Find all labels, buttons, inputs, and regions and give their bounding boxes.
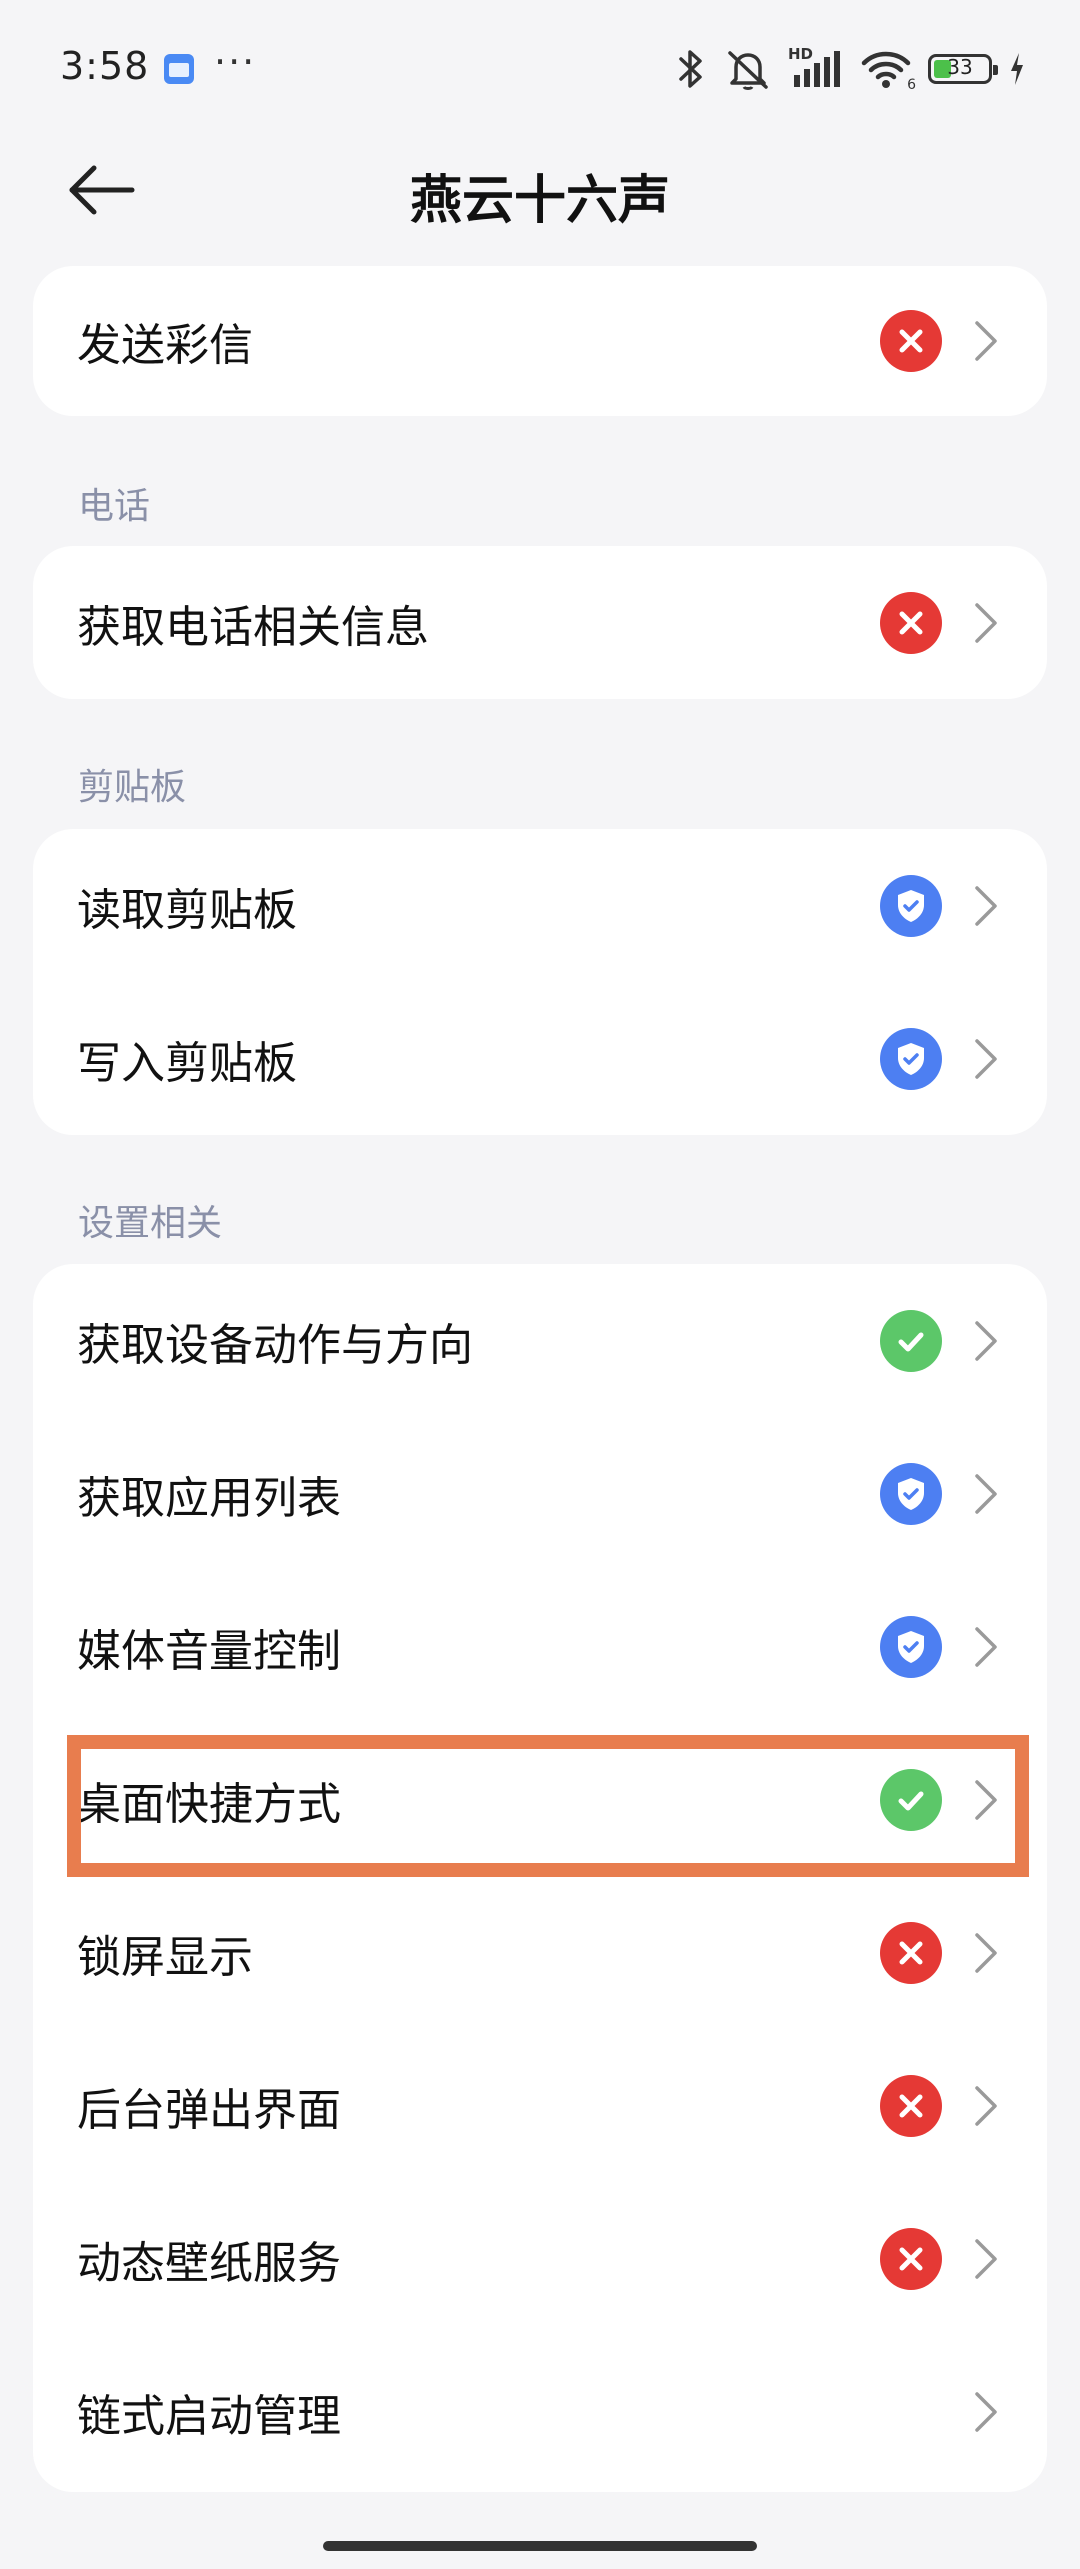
denied-icon bbox=[880, 1921, 942, 1984]
allowed-check-icon bbox=[880, 1768, 942, 1831]
wifi-icon: 6 bbox=[860, 47, 916, 93]
ask-shield-icon bbox=[880, 874, 942, 937]
permission-card-settings: 获取设备动作与方向 获取应用列表 媒体音量控制 桌面快捷方式 锁屏显示 后台弹出… bbox=[33, 1264, 1047, 2492]
status-bar: 3:58 ··· HD 6 33 bbox=[0, 0, 1080, 140]
permission-label: 链式启动管理 bbox=[77, 2390, 341, 2442]
chevron-right-icon bbox=[975, 1626, 997, 1667]
permission-label: 获取设备动作与方向 bbox=[77, 1319, 473, 1371]
permission-card-messaging: 发送彩信 bbox=[33, 266, 1047, 416]
permission-label: 读取剪贴板 bbox=[77, 884, 297, 936]
chevron-right-icon bbox=[975, 1932, 997, 1973]
home-indicator[interactable] bbox=[323, 2541, 757, 2551]
permission-label: 发送彩信 bbox=[77, 320, 253, 371]
mute-bell-icon bbox=[728, 51, 768, 90]
permission-label: 动态壁纸服务 bbox=[77, 2237, 341, 2289]
permission-row[interactable]: 动态壁纸服务 bbox=[33, 2182, 1047, 2335]
allowed-check-icon bbox=[880, 1309, 942, 1372]
permission-label: 获取电话相关信息 bbox=[77, 601, 429, 653]
bluetooth-icon bbox=[679, 50, 702, 88]
permission-label: 获取应用列表 bbox=[77, 1472, 341, 1524]
status-time: 3:58 bbox=[60, 44, 150, 88]
chevron-right-icon bbox=[975, 602, 997, 643]
permission-row[interactable]: 写入剪贴板 bbox=[33, 982, 1047, 1135]
battery-level: 33 bbox=[947, 55, 973, 79]
permission-row[interactable]: 获取电话相关信息 bbox=[33, 546, 1047, 699]
permission-row[interactable]: 获取设备动作与方向 bbox=[33, 1264, 1047, 1417]
permission-card-phone: 获取电话相关信息 bbox=[33, 546, 1047, 699]
ask-shield-icon bbox=[880, 1027, 942, 1090]
permission-label: 媒体音量控制 bbox=[77, 1625, 341, 1677]
denied-icon bbox=[880, 2227, 942, 2290]
chevron-right-icon bbox=[975, 885, 997, 926]
chevron-right-icon bbox=[975, 2391, 997, 2432]
permission-row-desktop-shortcut[interactable]: 桌面快捷方式 bbox=[33, 1723, 1047, 1876]
chevron-right-icon bbox=[975, 1779, 997, 1820]
denied-icon bbox=[880, 591, 942, 654]
chevron-right-icon bbox=[975, 2085, 997, 2126]
section-title-clipboard: 剪贴板 bbox=[78, 767, 187, 808]
permission-row[interactable]: 读取剪贴板 bbox=[33, 829, 1047, 982]
permission-label: 写入剪贴板 bbox=[77, 1037, 297, 1089]
permission-row[interactable]: 发送彩信 bbox=[33, 266, 1047, 416]
chevron-right-icon bbox=[975, 2238, 997, 2279]
chevron-right-icon bbox=[975, 1038, 997, 1079]
chevron-right-icon bbox=[975, 1473, 997, 1514]
section-title-phone: 电话 bbox=[78, 486, 151, 527]
status-icons: HD 6 33 bbox=[674, 44, 1026, 94]
permission-row[interactable]: 获取应用列表 bbox=[33, 1417, 1047, 1570]
permission-row[interactable]: 锁屏显示 bbox=[33, 1876, 1047, 2029]
battery-icon: 33 bbox=[928, 54, 998, 84]
chevron-right-icon bbox=[975, 321, 997, 361]
ask-shield-icon bbox=[880, 1615, 942, 1678]
permission-label: 桌面快捷方式 bbox=[77, 1778, 341, 1830]
permission-row[interactable]: 后台弹出界面 bbox=[33, 2029, 1047, 2182]
permission-row[interactable]: 媒体音量控制 bbox=[33, 1570, 1047, 1723]
more-notifications-icon: ··· bbox=[214, 40, 257, 84]
ask-shield-icon bbox=[880, 1462, 942, 1525]
permission-card-clipboard: 读取剪贴板 写入剪贴板 bbox=[33, 829, 1047, 1135]
signal-icon: HD bbox=[788, 45, 844, 91]
permission-row[interactable]: 链式启动管理 bbox=[33, 2335, 1047, 2488]
page-title: 燕云十六声 bbox=[409, 171, 670, 231]
denied-icon bbox=[880, 2074, 942, 2137]
permission-label: 锁屏显示 bbox=[77, 1931, 253, 1983]
header: 燕云十六声 bbox=[0, 140, 1080, 240]
section-title-settings: 设置相关 bbox=[78, 1203, 223, 1244]
denied-icon bbox=[880, 310, 942, 372]
app-permission-page: 3:58 ··· HD 6 33 燕云十六声 发送彩信 电话 获取电话相关信息 … bbox=[0, 0, 1080, 2569]
chevron-right-icon bbox=[975, 1320, 997, 1361]
permission-label: 后台弹出界面 bbox=[77, 2084, 341, 2136]
wifi-label: 6 bbox=[907, 77, 916, 93]
charging-icon bbox=[1011, 53, 1023, 85]
notification-app-icon bbox=[164, 54, 194, 84]
